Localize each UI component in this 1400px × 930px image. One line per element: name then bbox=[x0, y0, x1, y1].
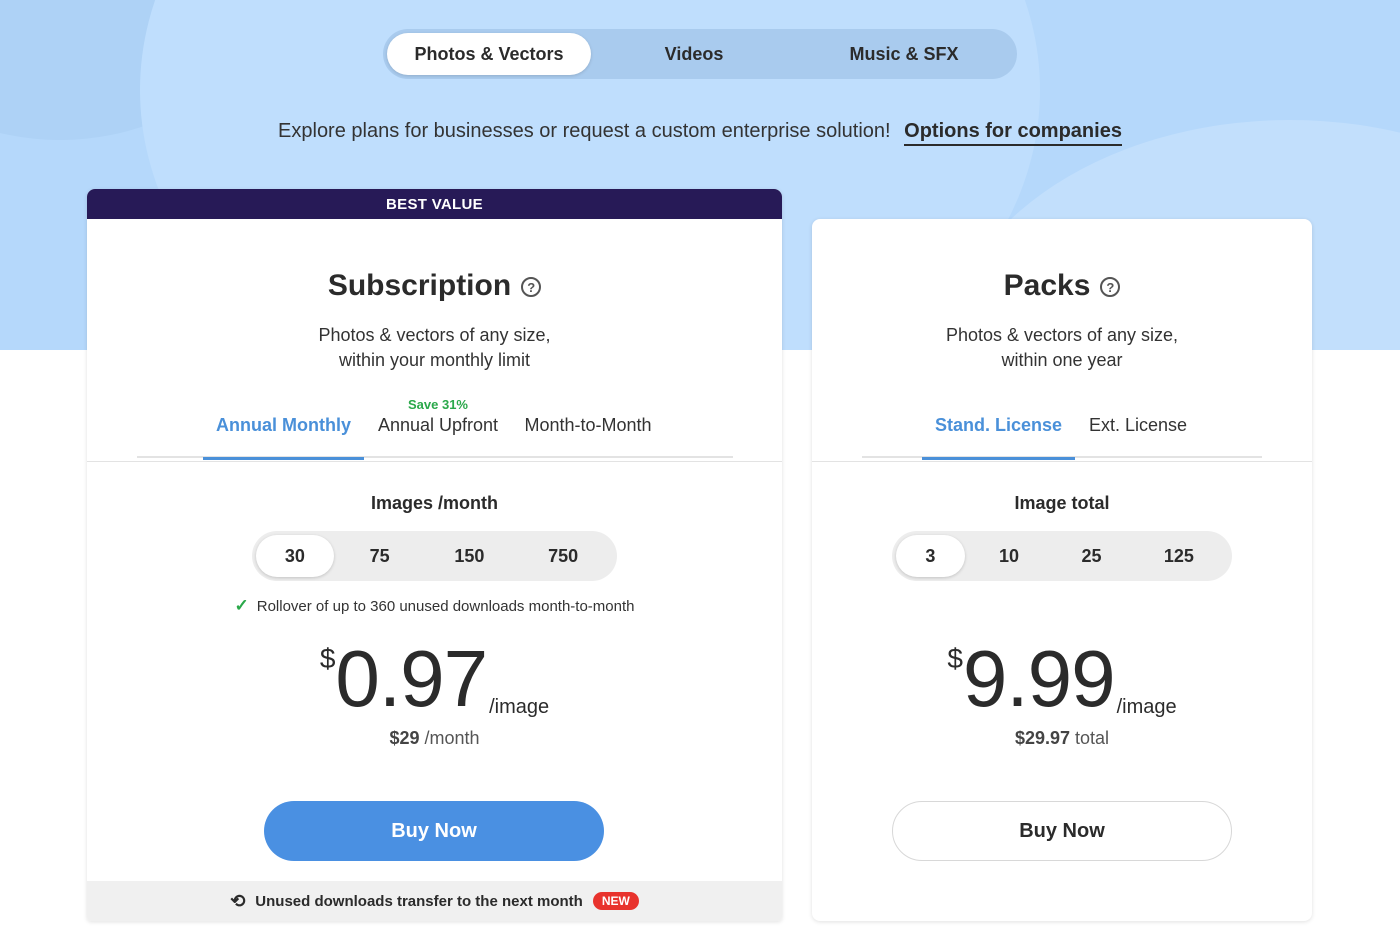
packs-card: Packs ? Photos & vectors of any size, wi… bbox=[812, 219, 1312, 921]
total-suffix: total bbox=[1075, 728, 1110, 748]
sync-icon: ⟲ bbox=[230, 890, 246, 911]
tab-month-to-month[interactable]: Month-to-Month bbox=[512, 392, 664, 458]
subscription-title-text: Subscription bbox=[327, 269, 512, 302]
price-amount: 0.97 bbox=[335, 634, 488, 723]
tab-videos[interactable]: Videos bbox=[591, 33, 797, 75]
currency-symbol: $ bbox=[947, 643, 963, 674]
packs-desc-line2: within one year bbox=[1001, 350, 1123, 370]
packs-license-tabs: Stand. License Ext. License bbox=[862, 392, 1262, 460]
tab-annual-upfront-label: Annual Upfront bbox=[377, 414, 499, 435]
subscription-price: $ 0.97 /image bbox=[87, 639, 782, 719]
rollover-text: Rollover of up to 360 unused downloads m… bbox=[256, 597, 635, 615]
packs-title-text: Packs bbox=[1003, 269, 1091, 302]
subscription-desc-line1: Photos & vectors of any size, bbox=[318, 325, 551, 345]
rollover-note: ✓ Rollover of up to 360 unused downloads… bbox=[87, 596, 782, 616]
qty-option[interactable]: 25 bbox=[1053, 535, 1130, 577]
help-icon[interactable]: ? bbox=[521, 277, 542, 297]
packs-total: $29.97 total bbox=[812, 728, 1312, 749]
pack-size-selector: 3 10 25 125 bbox=[892, 531, 1232, 581]
image-quantity-selector: 30 75 150 750 bbox=[252, 531, 617, 581]
best-value-banner: BEST VALUE bbox=[87, 189, 782, 219]
tab-photos-vectors[interactable]: Photos & Vectors bbox=[387, 33, 591, 75]
subscription-term-tabs: Annual Monthly Save 31% Annual Upfront M… bbox=[137, 392, 733, 460]
qty-option[interactable]: 750 bbox=[513, 535, 613, 577]
tab-annual-upfront[interactable]: Save 31% Annual Upfront bbox=[364, 392, 512, 458]
price-unit: /image bbox=[1116, 696, 1177, 718]
images-per-month-label: Images /month bbox=[370, 493, 499, 513]
price-amount: 9.99 bbox=[962, 634, 1116, 723]
qty-option[interactable]: 10 bbox=[965, 535, 1053, 577]
explore-text: Explore plans for businesses or request … bbox=[278, 120, 891, 142]
buy-now-button[interactable]: Buy Now bbox=[892, 801, 1232, 861]
subscription-description: Photos & vectors of any size, within you… bbox=[87, 323, 782, 373]
packs-title: Packs ? bbox=[812, 269, 1312, 303]
check-icon: ✓ bbox=[234, 596, 249, 615]
image-total-label: Image total bbox=[1014, 493, 1110, 513]
subscription-desc-line2: within your monthly limit bbox=[338, 350, 531, 370]
qty-option[interactable]: 150 bbox=[426, 535, 514, 577]
divider bbox=[87, 461, 782, 462]
packs-description: Photos & vectors of any size, within one… bbox=[812, 323, 1312, 373]
save-badge: Save 31% bbox=[408, 397, 468, 412]
unused-downloads-footer: ⟲ Unused downloads transfer to the next … bbox=[87, 881, 782, 921]
tab-standard-license[interactable]: Stand. License bbox=[922, 392, 1075, 460]
subscription-card: BEST VALUE Subscription ? Photos & vecto… bbox=[87, 189, 782, 921]
qty-option[interactable]: 3 bbox=[896, 535, 965, 577]
qty-option[interactable]: 75 bbox=[334, 535, 426, 577]
footer-text: Unused downloads transfer to the next mo… bbox=[255, 892, 583, 910]
total-amount: $29.97 bbox=[1014, 728, 1070, 748]
qty-option[interactable]: 30 bbox=[256, 535, 334, 577]
divider bbox=[812, 461, 1312, 462]
total-suffix: /month bbox=[424, 728, 480, 748]
subscription-total: $29 /month bbox=[87, 728, 782, 749]
subscription-title: Subscription ? bbox=[87, 269, 782, 303]
packs-price: $ 9.99 /image bbox=[812, 639, 1312, 719]
tab-annual-monthly[interactable]: Annual Monthly bbox=[203, 392, 364, 460]
qty-option[interactable]: 125 bbox=[1130, 535, 1228, 577]
explore-banner: Explore plans for businesses or request … bbox=[0, 120, 1400, 146]
options-for-companies-link[interactable]: Options for companies bbox=[904, 120, 1122, 146]
total-amount: $29 bbox=[389, 728, 420, 748]
buy-now-button[interactable]: Buy Now bbox=[264, 801, 604, 861]
packs-desc-line1: Photos & vectors of any size, bbox=[945, 325, 1179, 345]
new-badge: NEW bbox=[592, 892, 639, 910]
currency-symbol: $ bbox=[319, 643, 336, 674]
media-type-tabs: Photos & Vectors Videos Music & SFX bbox=[383, 29, 1017, 79]
tab-music-sfx[interactable]: Music & SFX bbox=[797, 33, 1011, 75]
price-unit: /image bbox=[489, 696, 550, 718]
tab-extended-license[interactable]: Ext. License bbox=[1075, 392, 1201, 458]
help-icon[interactable]: ? bbox=[1100, 277, 1121, 297]
